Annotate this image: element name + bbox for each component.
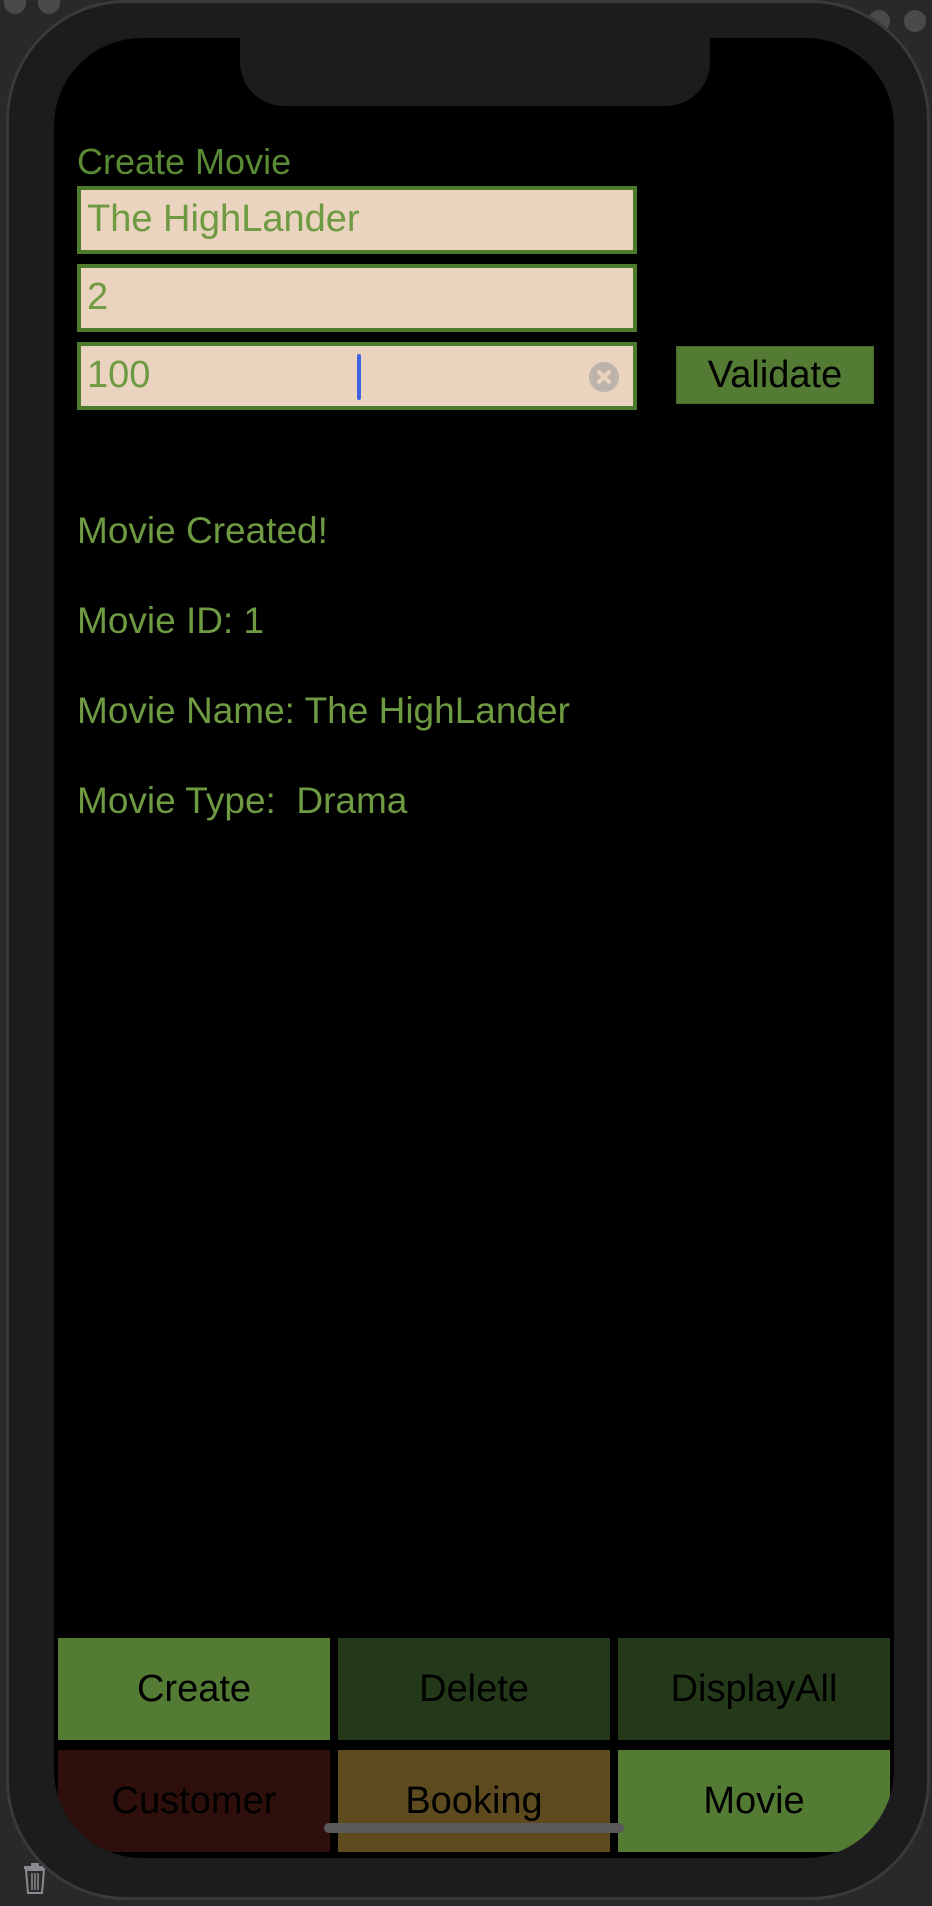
text-caret (357, 354, 361, 400)
window-control-dot[interactable] (4, 0, 26, 14)
form-title: Create Movie (77, 141, 292, 182)
tab-customer[interactable]: Customer (58, 1750, 330, 1852)
tab-booking[interactable]: Booking (338, 1750, 610, 1852)
status-message: Movie Created! (77, 510, 328, 551)
movie-name-field[interactable]: The HighLander (77, 186, 637, 254)
movie-type-field[interactable]: 2 (77, 264, 637, 332)
movie-quantity-value: 100 (87, 354, 151, 396)
home-indicator[interactable] (324, 1823, 624, 1833)
display-all-button[interactable]: DisplayAll (618, 1638, 890, 1740)
movie-name-label: Movie Name: The HighLander (77, 690, 570, 731)
clear-icon[interactable] (589, 362, 619, 392)
window-control-dot[interactable] (38, 0, 60, 14)
movie-type-value: 2 (87, 276, 109, 318)
movie-name-value: The HighLander (87, 198, 360, 240)
validate-button[interactable]: Validate (676, 346, 874, 404)
movie-quantity-field[interactable]: 100 (77, 342, 637, 410)
window-control-dot[interactable] (904, 10, 926, 32)
movie-type-label: Movie Type: Drama (77, 780, 408, 821)
create-button[interactable]: Create (58, 1638, 330, 1740)
tab-movie[interactable]: Movie (618, 1750, 890, 1852)
app-screen: Create Movie The HighLander 2 100 Valida… (54, 38, 894, 1858)
delete-button[interactable]: Delete (338, 1638, 610, 1740)
device-notch (240, 38, 710, 106)
movie-id-label: Movie ID: 1 (77, 600, 265, 641)
phone-frame: Create Movie The HighLander 2 100 Valida… (6, 0, 930, 1900)
